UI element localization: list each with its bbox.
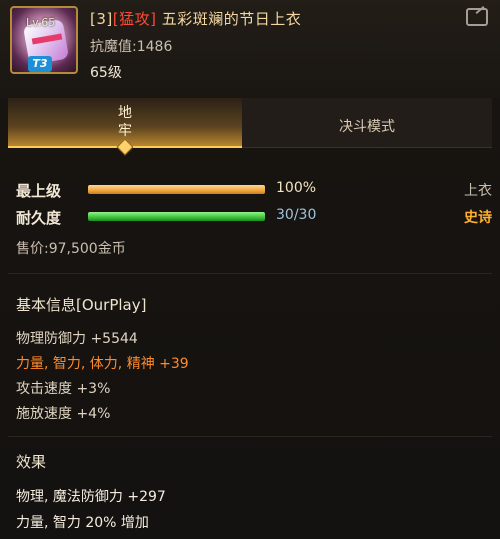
max-level-row: 最上级 100% 上衣 bbox=[16, 180, 492, 200]
item-level: 65级 bbox=[90, 65, 122, 81]
basic-info-line: 施放速度 +4% bbox=[16, 406, 111, 422]
item-tooltip-panel: Lv.65 T3 [3][猛攻] 五彩斑斓的节日上衣 抗魔值:1486 65级 … bbox=[0, 0, 500, 539]
max-level-value: 100% bbox=[276, 180, 317, 196]
rarity-label: 史诗 bbox=[464, 210, 492, 226]
durability-bar bbox=[88, 212, 265, 221]
durability-value: 30/30 bbox=[276, 207, 317, 223]
effect-line: 力量, 智力 20% 增加 bbox=[16, 515, 149, 531]
durability-label: 耐久度 bbox=[16, 209, 62, 227]
effect-line: 物理, 魔法防御力 +297 bbox=[16, 489, 166, 505]
divider bbox=[8, 436, 492, 437]
basic-info-line: 攻击速度 +3% bbox=[16, 381, 111, 397]
effect-title: 效果 bbox=[16, 453, 47, 471]
item-title: [3][猛攻] 五彩斑斓的节日上衣 bbox=[90, 8, 301, 29]
tab-dungeon[interactable]: 地 牢 bbox=[8, 98, 242, 156]
basic-info-line: 物理防御力 +5544 bbox=[16, 331, 138, 347]
shirt-item-icon[interactable]: Lv.65 T3 bbox=[10, 6, 78, 74]
slot-type: 上衣 bbox=[464, 183, 492, 199]
mode-tabs: 地 牢 决斗模式 bbox=[8, 98, 492, 156]
basic-info-title: 基本信息[OurPlay] bbox=[16, 296, 147, 314]
basic-info-line: 力量, 智力, 体力, 精神 +39 bbox=[16, 356, 189, 372]
max-level-bar bbox=[88, 185, 265, 194]
title-tag: [猛攻] bbox=[112, 10, 157, 28]
tab-duel[interactable]: 决斗模式 bbox=[242, 98, 492, 148]
share-icon[interactable] bbox=[466, 8, 488, 26]
sell-price: 售价:97,500金币 bbox=[16, 241, 126, 257]
title-name: 五彩斑斓的节日上衣 bbox=[156, 10, 302, 28]
level-badge: Lv.65 bbox=[26, 16, 56, 29]
tier-badge: T3 bbox=[28, 56, 52, 72]
max-level-bar-fill bbox=[88, 185, 265, 194]
active-tab-diamond-icon bbox=[116, 138, 134, 156]
max-level-label: 最上级 bbox=[16, 182, 62, 200]
divider bbox=[8, 273, 492, 274]
durability-row: 耐久度 30/30 史诗 bbox=[16, 207, 492, 227]
tab-duel-label: 决斗模式 bbox=[339, 119, 395, 135]
item-header: Lv.65 T3 [3][猛攻] 五彩斑斓的节日上衣 抗魔值:1486 65级 bbox=[0, 0, 500, 98]
title-prefix: [3] bbox=[90, 10, 113, 28]
durability-bar-fill bbox=[88, 212, 265, 221]
resist-value: 抗魔值:1486 bbox=[90, 39, 173, 55]
tab-dungeon-label: 地 牢 bbox=[118, 105, 132, 139]
